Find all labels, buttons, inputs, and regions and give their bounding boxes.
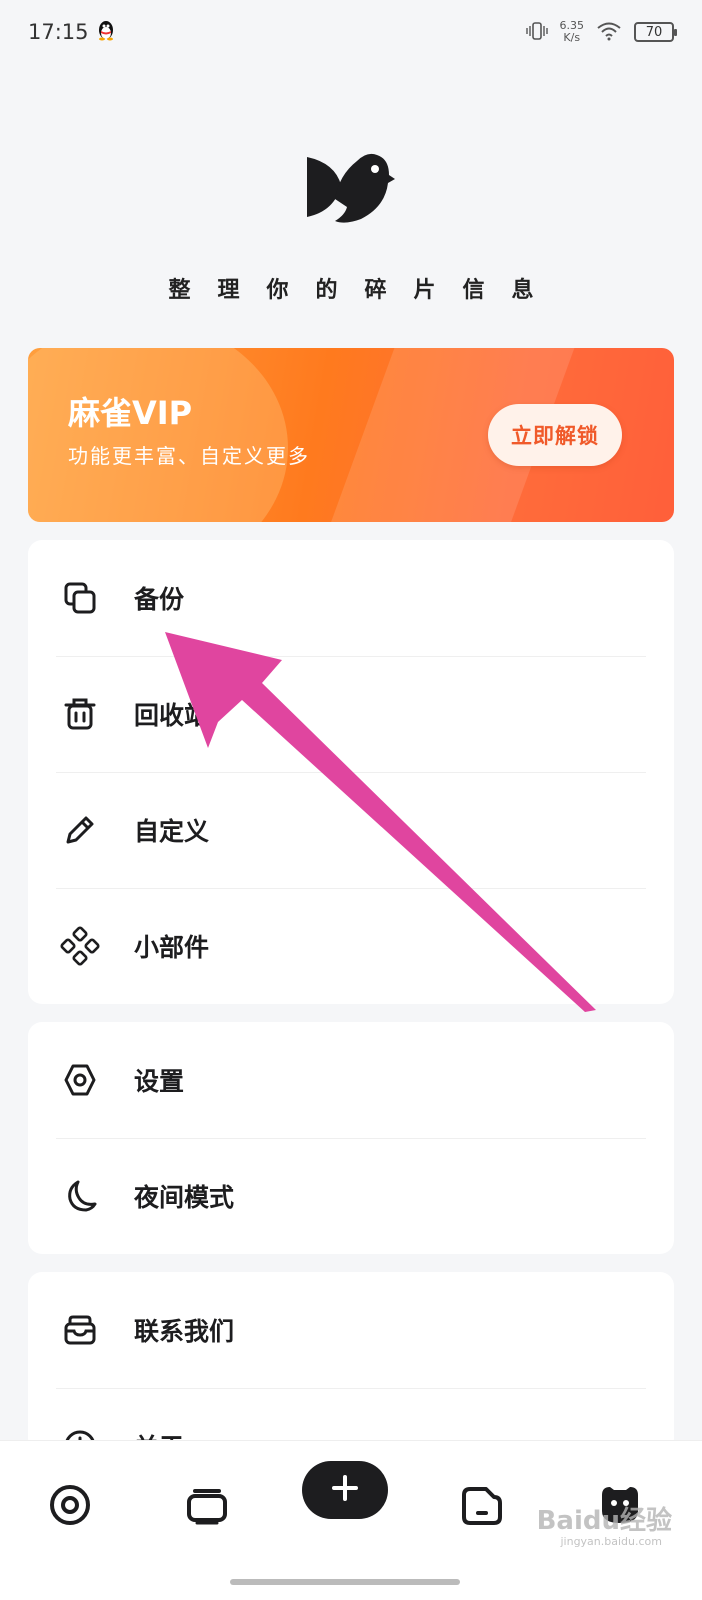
menu-label: 回收站	[134, 701, 210, 730]
menu-item-customize[interactable]: 自定义	[28, 772, 674, 888]
add-note-button[interactable]	[302, 1461, 388, 1519]
vip-banner[interactable]: 麻雀VIP 功能更丰富、自定义更多 立即解锁	[28, 348, 674, 522]
copy-icon	[60, 578, 100, 618]
status-bar: 17:15 6.35 K/s 70	[0, 0, 702, 64]
inbox-icon	[60, 1310, 100, 1350]
app-logo-icon	[305, 145, 397, 231]
menu-label: 小部件	[134, 933, 210, 962]
menu-group-settings: 设置 夜间模式	[28, 1022, 674, 1254]
unlock-vip-button[interactable]: 立即解锁	[488, 404, 622, 466]
vip-title: 麻雀VIP	[68, 394, 193, 432]
slogan: 整理你的碎片信息	[168, 278, 561, 303]
status-time: 17:15	[28, 20, 89, 44]
menu-item-widgets[interactable]: 小部件	[28, 888, 674, 1004]
vip-subtitle: 功能更丰富、自定义更多	[68, 444, 310, 468]
moon-icon	[60, 1176, 100, 1216]
nav-home-button[interactable]	[46, 1483, 94, 1531]
menu-item-recycle-bin[interactable]: 回收站	[28, 656, 674, 772]
menu-item-backup[interactable]: 备份	[28, 540, 674, 656]
settings-icon	[60, 1060, 100, 1100]
menu-label: 设置	[134, 1067, 185, 1096]
menu-group-about: 联系我们 关于	[28, 1272, 674, 1452]
net-speed: 6.35 K/s	[559, 19, 585, 44]
menu-label: 联系我们	[134, 1317, 235, 1346]
cards-icon	[185, 1483, 229, 1531]
nav-cards-button[interactable]	[183, 1483, 231, 1531]
menu-group-tools: 备份 回收站 自定义 小部件	[28, 540, 674, 1004]
wifi-icon	[596, 21, 622, 44]
menu-label: 夜间模式	[134, 1183, 235, 1212]
menu-item-contact-us[interactable]: 联系我们	[28, 1272, 674, 1388]
target-icon	[48, 1483, 92, 1531]
menu-label: 备份	[134, 585, 185, 614]
trash-icon	[60, 694, 100, 734]
menu-item-night-mode[interactable]: 夜间模式	[28, 1138, 674, 1254]
home-indicator[interactable]	[230, 1579, 460, 1585]
vibrate-icon	[525, 21, 548, 44]
watermark-url: jingyan.baidu.com	[560, 1535, 662, 1548]
qq-icon	[97, 19, 115, 46]
menu-item-settings[interactable]: 设置	[28, 1022, 674, 1138]
pencil-icon	[60, 810, 100, 850]
menu-label: 自定义	[134, 817, 210, 846]
decoration	[28, 348, 288, 522]
plus-icon	[331, 1474, 359, 1506]
battery-indicator: 70	[634, 22, 677, 42]
nav-folder-button[interactable]	[458, 1483, 506, 1531]
folder-icon	[460, 1483, 504, 1531]
widget-icon	[60, 926, 100, 966]
watermark: Baidu经验	[536, 1506, 672, 1536]
